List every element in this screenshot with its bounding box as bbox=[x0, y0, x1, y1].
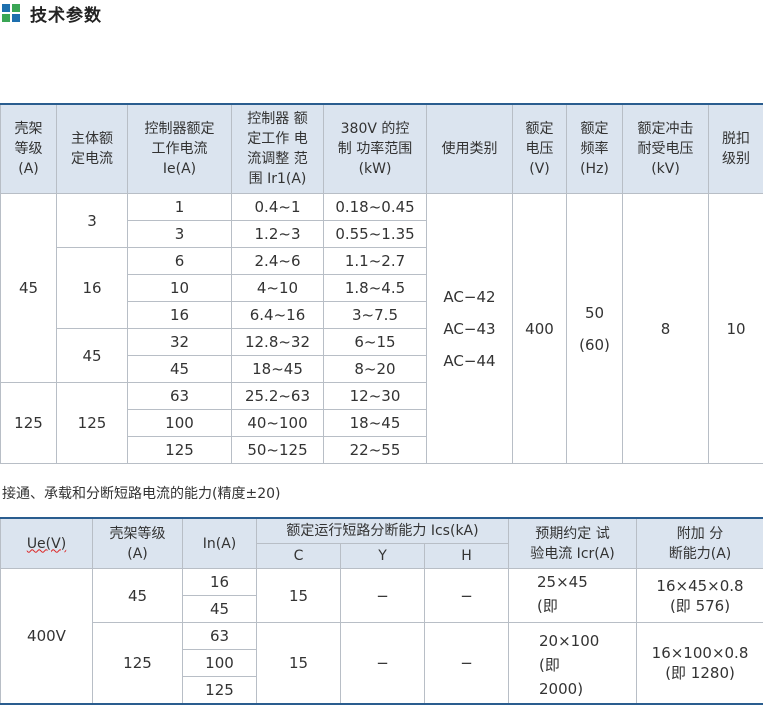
header-trip-class: 脱扣 级别 bbox=[708, 103, 763, 194]
y-cell: − bbox=[340, 622, 425, 705]
header-category: 使用类别 bbox=[426, 103, 513, 194]
table-row: 400V 45 16 15 − − 25×45 (即 1125) 16×45×0… bbox=[0, 568, 763, 705]
table-header-row: 壳架 等级 (A) 主体额 定电流 控制器额定 工作电流 Ie(A) 控制器 额… bbox=[0, 103, 763, 194]
frame-cell: 45 bbox=[92, 568, 183, 623]
current-cell: 45 bbox=[127, 355, 232, 383]
grid-logo-icon bbox=[2, 4, 20, 22]
range-cell: 6.4~16 bbox=[231, 301, 324, 329]
range-cell: 40~100 bbox=[231, 409, 324, 437]
current-cell: 32 bbox=[127, 328, 232, 356]
header-main-current: 主体额 定电流 bbox=[56, 103, 128, 194]
header-frequency: 额定 频率 (Hz) bbox=[566, 103, 623, 194]
range-cell: 12.8~32 bbox=[231, 328, 324, 356]
current-cell: 3 bbox=[127, 220, 232, 248]
range-cell: 18~45 bbox=[231, 355, 324, 383]
category-cell: AC−42 AC−43 AC−44 bbox=[426, 193, 513, 464]
header-voltage: 额定 电压 (V) bbox=[512, 103, 567, 194]
icr-cell: 25×45 (即 1125) bbox=[508, 568, 638, 623]
breaking-capacity-note: 接通、承载和分断短路电流的能力(精度±20) bbox=[2, 486, 281, 502]
current-cell: 125 bbox=[127, 436, 232, 464]
power-cell: 22~55 bbox=[323, 436, 427, 464]
range-cell: 50~125 bbox=[231, 436, 324, 464]
c-cell: 15 bbox=[256, 622, 341, 705]
in-cell: 16 bbox=[182, 568, 257, 596]
in-cell: 45 bbox=[182, 595, 257, 623]
header-y: Y bbox=[340, 543, 425, 569]
h-cell: − bbox=[423, 622, 510, 705]
trip-class-cell: 10 bbox=[708, 193, 763, 464]
icr-text: 20×100 (即 2000) bbox=[539, 632, 600, 697]
current-cell: 1 bbox=[127, 193, 232, 221]
extra-capacity-cell: 16×45×0.8 (即 576) bbox=[636, 568, 763, 623]
header-frame-rating: 壳架 等级 (A) bbox=[0, 103, 57, 194]
current-cell: 16 bbox=[127, 301, 232, 329]
header-adjust-range: 控制器 额 定工作 电 流调整 范 围 Ir1(A) bbox=[231, 103, 324, 194]
in-cell: 125 bbox=[182, 676, 257, 705]
header-power-range: 380V 的控 制 功率范围 (kW) bbox=[323, 103, 427, 194]
in-cell: 63 bbox=[182, 622, 257, 650]
current-cell: 10 bbox=[127, 274, 232, 302]
c-cell: 15 bbox=[256, 568, 341, 623]
range-cell: 0.4~1 bbox=[231, 193, 324, 221]
range-cell: 2.4~6 bbox=[231, 247, 324, 275]
header-h: H bbox=[423, 543, 510, 569]
header-impulse: 额定冲击 耐受电压 (kV) bbox=[622, 103, 709, 194]
breaking-capacity-table: Ue(V) 壳架等级 (A) In(A) 额定运行短路分断能力 Ics(kA) … bbox=[0, 517, 763, 705]
main-current-cell: 16 bbox=[56, 247, 128, 329]
y-cell: − bbox=[340, 568, 425, 623]
main-current-cell: 45 bbox=[56, 328, 128, 383]
header-controller-current: 控制器额定 工作电流 Ie(A) bbox=[127, 103, 232, 194]
range-cell: 4~10 bbox=[231, 274, 324, 302]
header-extra-capacity: 附加 分 断能力(A) bbox=[636, 517, 763, 569]
icr-text: 25×45 (即 1125) bbox=[537, 572, 588, 622]
table-row: 125 63 15 − − 20×100 (即 2000) 16×100×0.8… bbox=[1, 622, 763, 705]
power-cell: 1.1~2.7 bbox=[323, 247, 427, 275]
voltage-cell: 400 bbox=[512, 193, 567, 464]
frequency-cell: 50 (60) bbox=[566, 193, 623, 464]
power-cell: 12~30 bbox=[323, 382, 427, 410]
power-cell: 0.55~1.35 bbox=[323, 220, 427, 248]
power-cell: 18~45 bbox=[323, 409, 427, 437]
header-c: C bbox=[256, 543, 341, 569]
frame-cell: 125 bbox=[0, 382, 57, 464]
power-cell: 6~15 bbox=[323, 328, 427, 356]
range-cell: 1.2~3 bbox=[231, 220, 324, 248]
header-icr: 预期约定 试 验电流 Icr(A) bbox=[508, 517, 638, 569]
header-frame: 壳架等级 (A) bbox=[92, 517, 183, 569]
h-cell: − bbox=[423, 568, 510, 623]
in-cell: 100 bbox=[182, 649, 257, 677]
header-in: In(A) bbox=[182, 517, 257, 569]
table-header-row: Ue(V) 壳架等级 (A) In(A) 额定运行短路分断能力 Ics(kA) … bbox=[0, 517, 763, 569]
power-cell: 0.18~0.45 bbox=[323, 193, 427, 221]
power-cell: 1.8~4.5 bbox=[323, 274, 427, 302]
table-row: 45 3 1 0.4~1 0.18~0.45 AC−42 AC−43 AC−44… bbox=[0, 193, 763, 464]
extra-capacity-cell: 16×100×0.8 (即 1280) bbox=[636, 622, 763, 705]
current-cell: 63 bbox=[127, 382, 232, 410]
current-cell: 6 bbox=[127, 247, 232, 275]
tech-params-table: 壳架 等级 (A) 主体额 定电流 控制器额定 工作电流 Ie(A) 控制器 额… bbox=[0, 103, 763, 464]
frame-cell: 45 bbox=[0, 193, 57, 383]
impulse-cell: 8 bbox=[622, 193, 709, 464]
header-ue: Ue(V) bbox=[0, 517, 93, 569]
section-title: 技术参数 bbox=[30, 5, 102, 26]
power-cell: 8~20 bbox=[323, 355, 427, 383]
ue-cell: 400V bbox=[0, 568, 93, 705]
power-cell: 3~7.5 bbox=[323, 301, 427, 329]
header-ics: 额定运行短路分断能力 Ics(kA) bbox=[255, 517, 510, 544]
frame-cell: 125 bbox=[92, 622, 183, 705]
range-cell: 25.2~63 bbox=[231, 382, 324, 410]
main-current-cell: 125 bbox=[56, 382, 128, 464]
icr-cell: 20×100 (即 2000) bbox=[508, 622, 638, 705]
section-heading: 技术参数 bbox=[2, 2, 102, 26]
current-cell: 100 bbox=[127, 409, 232, 437]
main-current-cell: 3 bbox=[56, 193, 128, 248]
